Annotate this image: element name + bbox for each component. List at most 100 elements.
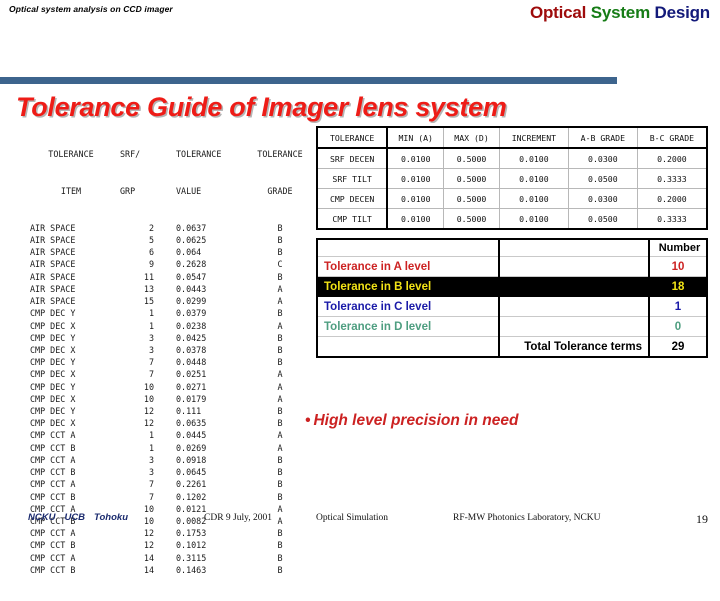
- grade-table-cell: 0.0100: [386, 188, 445, 209]
- level-spacer-cell: [498, 316, 650, 337]
- cell-grade: A: [277, 442, 283, 453]
- tolerance-list-row: AIR SPACE 15 0.0299 A: [30, 295, 306, 307]
- grade-table-row: SRF TILT 0.0100 0.5000 0.0100 0.0500 0.3333: [315, 168, 708, 189]
- cell-grade: B: [277, 491, 283, 502]
- cell-item: CMP DEC X: [30, 369, 76, 380]
- cell-value: 0.0251: [176, 369, 207, 380]
- cell-grade: B: [277, 454, 283, 465]
- tolerance-list-header-row-2: ITEM GRP VALUE GRADE: [30, 185, 306, 197]
- cell-group: 2: [148, 222, 154, 233]
- cell-value: 0.0271: [176, 381, 207, 392]
- level-summary-table: Number Tolerance in A level 10 Tolerance i…: [316, 238, 708, 358]
- level-summary-row: Tolerance in D level 0: [316, 316, 708, 337]
- cell-item: CMP DEC X: [30, 418, 76, 429]
- grade-table-cell: 0.5000: [443, 168, 500, 189]
- cell-group: 12: [143, 540, 154, 551]
- tolerance-list-row: CMP DEC X 10 0.0179 A: [30, 393, 306, 405]
- cell-group: 12: [143, 406, 154, 417]
- footer-org-ncku: NCKU: [28, 512, 56, 523]
- level-spacer-cell: [498, 276, 650, 297]
- grade-table-cell: 0.2000: [636, 147, 708, 169]
- cell-value: 0.0179: [176, 393, 207, 404]
- cell-value: 0.0443: [176, 283, 207, 294]
- cell-group: 1: [148, 320, 154, 331]
- cell-value: 0.0378: [176, 344, 207, 355]
- grade-table-cell: 0.5000: [443, 188, 500, 209]
- level-summary-header-row: Number: [316, 238, 708, 257]
- grade-table-cell: 0.0100: [386, 208, 445, 230]
- grade-table-header-cell: B-C GRADE: [636, 126, 708, 149]
- grade-table-cell: 0.0100: [498, 208, 569, 230]
- cell-value: 0.2628: [176, 259, 207, 270]
- grade-table-header-row: TOLERANCE MIN (A) MAX (D) INCREMENT A-B GRAD…: [315, 126, 708, 149]
- cell-item: AIR SPACE: [30, 296, 76, 307]
- cell-grade: B: [277, 564, 283, 575]
- grade-table-cell: 0.0500: [567, 208, 638, 230]
- cell-group: 10: [143, 381, 154, 392]
- cell-grade: C: [277, 259, 283, 270]
- tolerance-list-row: CMP DEC Y 1 0.0379 B: [30, 307, 306, 319]
- cell-item: CMP CCT B: [30, 467, 76, 478]
- level-summary-row: Tolerance in A level 10: [316, 256, 708, 277]
- cell-group: 3: [148, 332, 154, 343]
- cell-value: 0.0379: [176, 308, 207, 319]
- cell-value: 0.0635: [176, 418, 207, 429]
- cell-item: CMP CCT A: [30, 552, 76, 563]
- tolerance-list-row: AIR SPACE 9 0.2628 C: [30, 258, 306, 270]
- cell-group: 12: [143, 418, 154, 429]
- tolerance-list-row: CMP CCT B 7 0.1202 B: [30, 491, 306, 503]
- grade-table-cell: 0.0300: [567, 147, 638, 169]
- tolerance-list-row: CMP CCT A 14 0.3115 B: [30, 552, 306, 564]
- tolerance-list-row: CMP DEC X 1 0.0238 A: [30, 320, 306, 332]
- cell-value: 0.0425: [176, 332, 207, 343]
- cell-grade: B: [277, 418, 283, 429]
- header-title-word-3: Design: [654, 3, 711, 22]
- header-title-word-2: System: [590, 3, 650, 22]
- header-value-1: TOLERANCE: [176, 149, 222, 160]
- header-tolerance-item-2: ITEM: [60, 186, 82, 197]
- tolerance-list-row: CMP CCT A 7 0.2261 B: [30, 478, 306, 490]
- level-label: Tolerance in D level: [316, 316, 500, 337]
- page-title: Tolerance Guide of Imager lens system: [16, 92, 507, 122]
- grade-table-cell: CMP TILT: [315, 208, 389, 230]
- cell-grade: A: [277, 393, 283, 404]
- tolerance-list-row: CMP DEC Y 10 0.0271 A: [30, 381, 306, 393]
- cell-grade: B: [277, 308, 283, 319]
- level-summary-row: Tolerance in C level 1: [316, 296, 708, 317]
- cell-group: 1: [148, 442, 154, 453]
- cell-grade: A: [277, 320, 283, 331]
- cell-value: 0.064: [176, 247, 202, 258]
- tolerance-list-row: CMP DEC X 3 0.0378 B: [30, 344, 306, 356]
- footer-organizations: NCKU UCB Tohoku: [28, 512, 137, 523]
- grade-table-header-cell: A-B GRADE: [567, 126, 638, 149]
- cell-item: CMP CCT A: [30, 479, 76, 490]
- footer: NCKU UCB Tohoku CDR 9 July, 2001 Optical S…: [0, 512, 720, 532]
- cell-group: 1: [148, 430, 154, 441]
- tolerance-list-row: CMP CCT B 14 0.1463 B: [30, 564, 306, 576]
- cell-item: AIR SPACE: [30, 247, 76, 258]
- cell-item: CMP DEC X: [30, 393, 76, 404]
- cell-value: 0.0238: [176, 320, 207, 331]
- grade-table-header-cell: TOLERANCE: [315, 126, 389, 149]
- cell-item: CMP CCT A: [30, 454, 76, 465]
- tolerance-list-row: CMP DEC X 7 0.0251 A: [30, 368, 306, 380]
- grade-table-header-cell: MAX (D): [443, 126, 500, 149]
- grade-table-cell: 0.0100: [498, 147, 569, 169]
- cell-grade: B: [277, 357, 283, 368]
- cell-group: 6: [148, 247, 154, 258]
- cell-value: 0.0645: [176, 467, 207, 478]
- cell-value: 0.0625: [176, 234, 207, 245]
- header-grade-1: TOLERANCE: [257, 149, 303, 160]
- cell-group: 15: [143, 296, 154, 307]
- cell-grade: B: [277, 406, 283, 417]
- level-label: Tolerance in B level: [316, 276, 500, 297]
- header-title-word-1: Optical: [529, 3, 587, 22]
- cell-group: 5: [148, 234, 154, 245]
- header-tolerance-item-1: TOLERANCE: [48, 149, 94, 160]
- tolerance-list-header-row-1: TOLERANCE SRF/TOLERANCE TOLERANCE: [30, 148, 306, 160]
- grade-table-cell: 0.2000: [636, 188, 708, 209]
- grade-table-cell: 0.0300: [567, 188, 638, 209]
- grade-table-cell: CMP DECEN: [315, 188, 389, 209]
- cell-grade: A: [277, 283, 283, 294]
- footer-simulation-label: Optical Simulation: [316, 513, 389, 523]
